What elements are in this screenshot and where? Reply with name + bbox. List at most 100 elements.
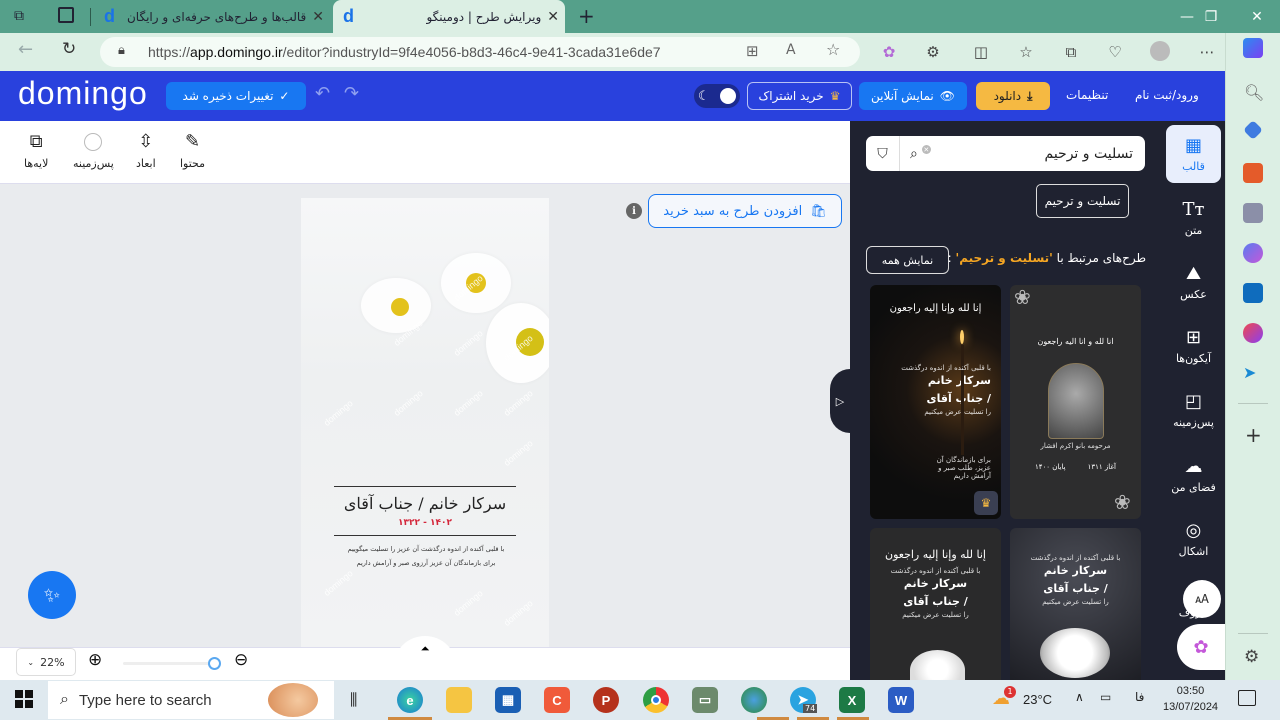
- zoom-in-icon[interactable]: ⊕: [88, 650, 102, 670]
- tools-icon[interactable]: [1243, 163, 1263, 183]
- nav-images[interactable]: ⛰ عکس: [1166, 253, 1221, 311]
- template-card[interactable]: ❀ انا لله و انا الیه راجعون مرحومه بانو …: [1010, 285, 1141, 519]
- nav-icons[interactable]: ⊞ آیکون‌ها: [1166, 317, 1221, 375]
- tab-editor[interactable]: d ویرایش طرح | دومینگو ✕: [333, 0, 565, 33]
- search-icon[interactable]: 🔍︎: [1244, 83, 1264, 102]
- games-icon[interactable]: [1243, 203, 1263, 223]
- add-sidebar-app-icon[interactable]: +: [1245, 423, 1262, 447]
- taskbar-search-box[interactable]: ⌕ Type here to search: [48, 681, 334, 719]
- ai-assistant-button[interactable]: ✿: [1177, 624, 1225, 670]
- microsoft-store-icon[interactable]: ▦: [495, 687, 521, 713]
- windows-start-icon[interactable]: [15, 690, 33, 708]
- tab-actions-icon[interactable]: [58, 7, 74, 23]
- tab-templates[interactable]: d قالب‌ها و طرح‌های حرفه‌ای و رایگان ✕: [96, 0, 330, 33]
- collapse-panel-button[interactable]: ▷: [830, 369, 850, 433]
- app-available-icon[interactable]: ⊞: [746, 42, 759, 60]
- notification-center-icon[interactable]: [1238, 690, 1256, 706]
- toolbar-content-button[interactable]: ✎ محتوا: [180, 133, 205, 171]
- template-card[interactable]: إنا لله وإنا إليه راجعون با قلبی آکنده ا…: [870, 285, 1001, 519]
- task-view-icon[interactable]: ⫼: [350, 690, 357, 710]
- weather-temperature[interactable]: 23°C: [1023, 692, 1052, 707]
- refresh-icon[interactable]: ↻: [62, 39, 76, 59]
- settings-link[interactable]: تنظیمات: [1066, 88, 1108, 102]
- zoom-level-select[interactable]: ⌄ 22%: [16, 648, 76, 676]
- split-screen-icon[interactable]: ◫: [970, 42, 992, 62]
- close-tab-icon[interactable]: ✕: [547, 9, 559, 25]
- shopping-tag-icon[interactable]: [1243, 120, 1263, 140]
- new-tab-button[interactable]: +: [578, 4, 595, 28]
- design-body-line[interactable]: برای بازماندگان آن عزیز آرزوی صبر و آرام…: [321, 559, 531, 567]
- collections-icon[interactable]: ⧉: [1060, 42, 1082, 62]
- language-indicator[interactable]: فا: [1135, 690, 1144, 704]
- template-search-input[interactable]: [930, 145, 1145, 162]
- telegram-icon[interactable]: ➤: [1243, 363, 1256, 382]
- nav-my-space[interactable]: ☁ فضای من: [1166, 446, 1221, 504]
- template-card[interactable]: إنا لله وإنا إليه راجعون با قلبی آکنده ا…: [870, 528, 1001, 680]
- nav-backgrounds[interactable]: ◰ پس‌زمینه: [1166, 381, 1221, 439]
- design-title[interactable]: سرکار خانم / جناب آقای: [301, 494, 549, 513]
- search-tag-chip[interactable]: تسلیت و ترحیم: [1036, 184, 1129, 218]
- copilot-brain-icon[interactable]: ✿: [878, 42, 900, 62]
- toolbar-dimensions-button[interactable]: ⇳ ابعاد: [136, 133, 156, 171]
- taskbar-clock[interactable]: 03:50 13/07/2024: [1163, 683, 1218, 715]
- buy-subscription-button[interactable]: ♛ خرید اشتراک: [747, 82, 852, 110]
- zoom-slider-track[interactable]: [123, 662, 215, 665]
- online-preview-button[interactable]: 👁︎ نمایش آنلاین: [859, 82, 967, 110]
- add-to-cart-button[interactable]: 🛍︎ افزودن طرح به سبد خرید: [648, 194, 842, 228]
- save-status-button[interactable]: ✓ تغییرات ذخیره شد: [166, 82, 306, 110]
- close-window-button[interactable]: ✕: [1234, 0, 1280, 33]
- extensions-icon[interactable]: ⚙: [922, 42, 944, 62]
- template-card[interactable]: با قلبی آکنده از اندوه درگذشت سرکار خانم…: [1010, 528, 1141, 680]
- show-hidden-icons-chevron[interactable]: ∧: [1075, 690, 1084, 704]
- undo-icon[interactable]: ↶: [315, 83, 330, 104]
- profile-avatar[interactable]: [1150, 41, 1170, 61]
- design-body-line[interactable]: با قلبی آکنده از اندوه درگذشت آن عزیز را…: [321, 545, 531, 553]
- clear-search-icon[interactable]: ✕: [921, 145, 931, 154]
- nav-text[interactable]: Tт متن: [1166, 189, 1221, 247]
- more-menu-icon[interactable]: ⋯: [1196, 42, 1218, 62]
- workspaces-icon[interactable]: ⧉: [14, 8, 24, 24]
- terminal-app-icon[interactable]: ▭: [692, 687, 718, 713]
- login-link[interactable]: ورود/ثبت نام: [1135, 88, 1199, 102]
- psiphon-icon[interactable]: P: [593, 687, 619, 713]
- browser-essentials-icon[interactable]: ♡: [1104, 42, 1126, 62]
- download-manager-icon[interactable]: [741, 687, 767, 713]
- download-button[interactable]: ⤓ دانلود: [976, 82, 1050, 110]
- outlook-icon[interactable]: [1243, 283, 1263, 303]
- zoom-slider-thumb[interactable]: [208, 657, 221, 670]
- translate-button[interactable]: 🗚︎: [1183, 580, 1221, 618]
- dark-mode-toggle[interactable]: ☾: [694, 84, 740, 108]
- excel-icon[interactable]: X: [839, 687, 865, 713]
- info-icon[interactable]: i: [626, 203, 642, 219]
- back-icon[interactable]: ←: [18, 39, 33, 60]
- show-all-button[interactable]: نمایش همه: [866, 246, 949, 274]
- read-aloud-icon[interactable]: A: [786, 42, 796, 58]
- word-icon[interactable]: W: [888, 687, 914, 713]
- restore-button[interactable]: ❐: [1188, 0, 1234, 33]
- edge-taskbar-icon[interactable]: e: [397, 687, 423, 713]
- design-dates[interactable]: ۱۴۰۲ - ۱۳۲۲: [301, 518, 549, 528]
- battery-icon[interactable]: ▭: [1100, 690, 1111, 704]
- sidebar-settings-icon[interactable]: ⚙: [1244, 647, 1259, 667]
- designer-icon[interactable]: [1243, 323, 1263, 343]
- filter-icon[interactable]: ⛉: [866, 136, 900, 171]
- toolbar-layers-button[interactable]: ⧉ لایه‌ها: [24, 133, 48, 171]
- favorite-star-icon[interactable]: ☆: [826, 40, 840, 59]
- search-icon[interactable]: ⌕: [910, 146, 918, 162]
- microsoft365-icon[interactable]: [1243, 243, 1263, 263]
- toolbar-background-button[interactable]: پس‌زمینه: [73, 133, 114, 170]
- nav-templates[interactable]: ▦ قالب: [1166, 125, 1221, 183]
- favorites-icon[interactable]: ☆: [1015, 42, 1037, 62]
- chrome-icon[interactable]: [643, 687, 669, 713]
- magic-wand-button[interactable]: ✨︎: [28, 571, 76, 619]
- design-canvas[interactable]: domingo domingo domingo domingo domingo …: [301, 198, 549, 647]
- camtasia-icon[interactable]: C: [544, 687, 570, 713]
- file-explorer-icon[interactable]: [446, 687, 472, 713]
- domingo-logo[interactable]: domingo: [18, 75, 148, 112]
- zoom-out-icon[interactable]: ⊖: [234, 650, 248, 670]
- redo-icon[interactable]: ↷: [344, 83, 359, 104]
- copilot-icon[interactable]: [1243, 38, 1263, 58]
- url-field[interactable]: 🔒︎ https://app.domingo.ir/editor?industr…: [100, 37, 860, 67]
- nav-shapes[interactable]: ◎ اشکال: [1166, 510, 1221, 568]
- close-tab-icon[interactable]: ✕: [312, 9, 324, 25]
